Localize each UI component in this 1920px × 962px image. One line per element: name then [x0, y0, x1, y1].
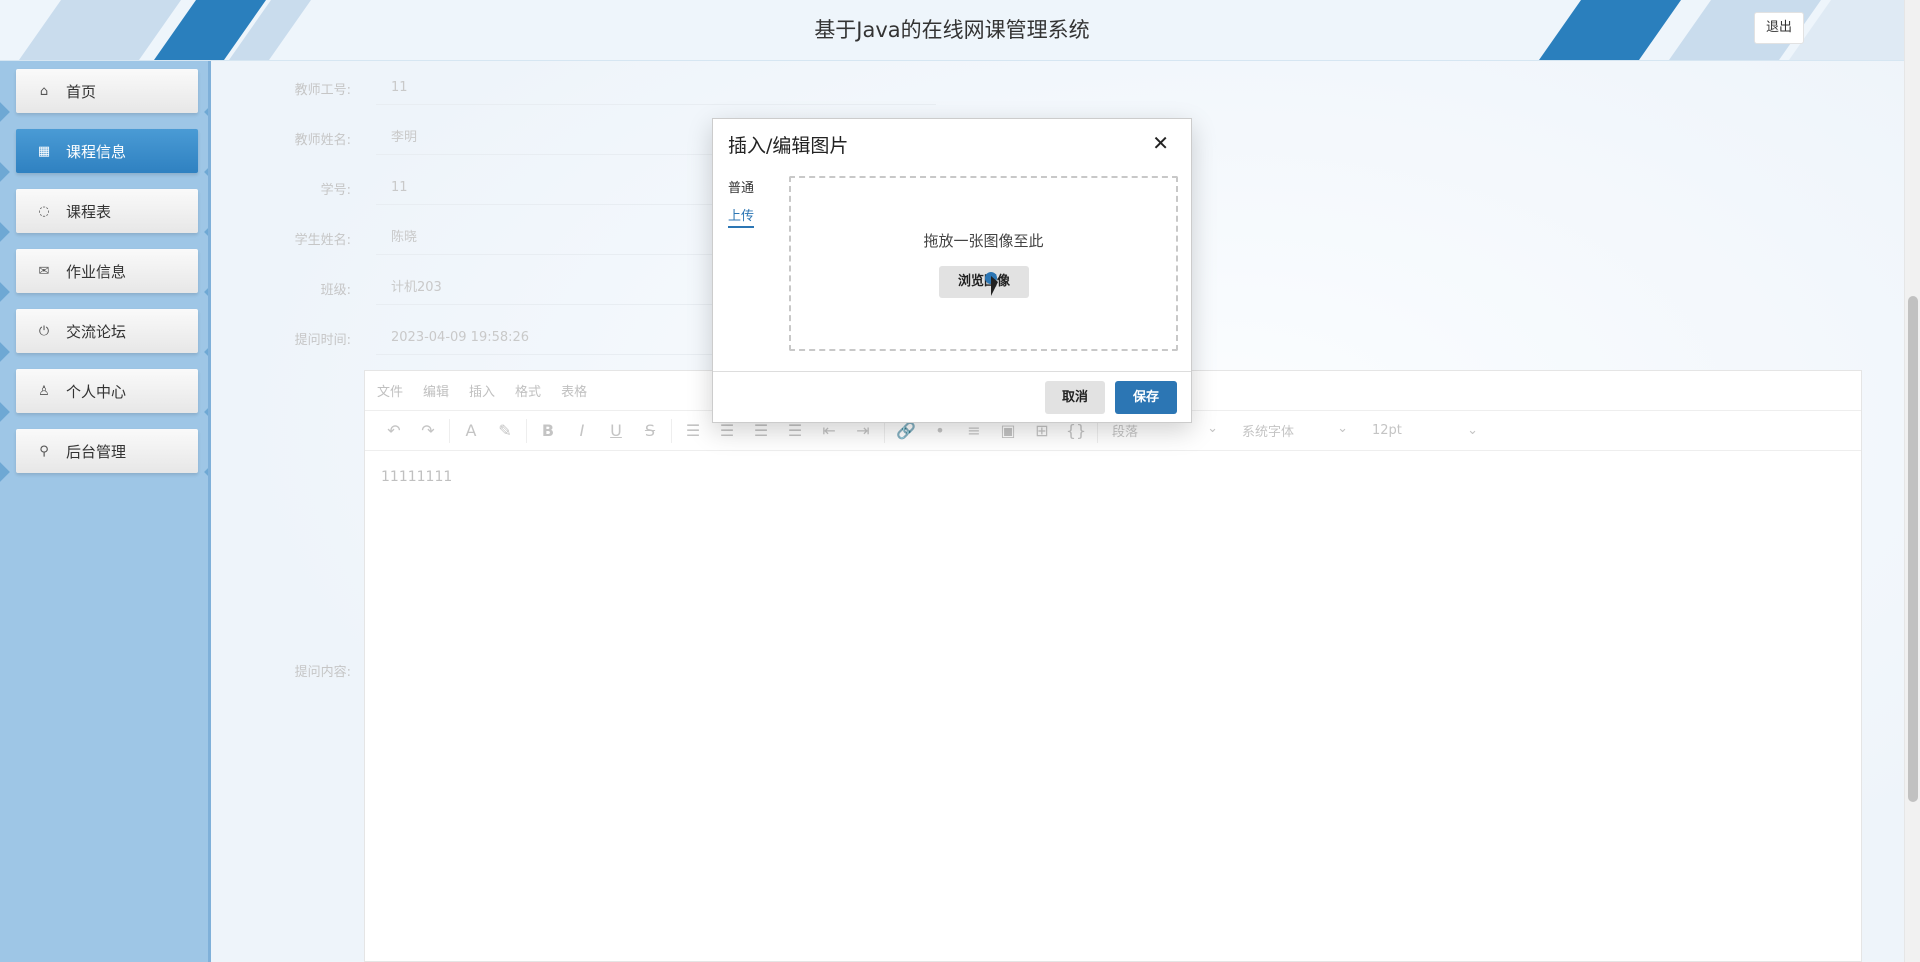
- home-icon: ⌂: [39, 83, 49, 99]
- field-label: 教师工号:: [294, 83, 351, 98]
- sidebar-item-label: 课程表: [66, 202, 112, 221]
- align-right-icon[interactable]: ☰: [744, 421, 778, 440]
- undo-icon[interactable]: ↶: [377, 421, 411, 440]
- menu-format[interactable]: 格式: [515, 381, 541, 400]
- logout-button[interactable]: 退出: [1754, 12, 1804, 44]
- image-icon[interactable]: ▣: [991, 421, 1025, 440]
- mail-icon: ✉: [38, 263, 50, 279]
- course-icon: ▦: [37, 143, 51, 159]
- chevron-down-icon: ⌄: [1207, 421, 1218, 436]
- sidebar-item-admin[interactable]: ⚲ 后台管理: [16, 429, 198, 473]
- editor-body[interactable]: 11111111: [365, 451, 1861, 503]
- tab-upload[interactable]: 上传: [728, 205, 755, 228]
- insert-image-dialog: 插入/编辑图片 ✕ 普通 上传 拖放一张图像至此 浏览图像 取消 保存: [712, 118, 1192, 423]
- teacher-id-field[interactable]: 11: [376, 71, 936, 105]
- font-select-value: 系统字体: [1242, 425, 1295, 440]
- link-icon[interactable]: 🔗: [889, 421, 923, 440]
- sidebar-item-profile[interactable]: ♙ 个人中心: [16, 369, 198, 413]
- browse-image-button[interactable]: 浏览图像: [939, 266, 1029, 298]
- menu-edit[interactable]: 编辑: [423, 381, 449, 400]
- align-left-icon[interactable]: ☰: [676, 421, 710, 440]
- numbered-list-icon[interactable]: ≡: [957, 421, 991, 440]
- toolbar-divider: [449, 418, 450, 443]
- sidebar-item-homework[interactable]: ✉ 作业信息: [16, 249, 198, 293]
- mouse-cursor-icon: [991, 276, 998, 296]
- menu-file[interactable]: 文件: [377, 381, 403, 400]
- field-label: 教师姓名:: [294, 133, 351, 148]
- sidebar-item-label: 首页: [66, 82, 97, 101]
- underline-icon[interactable]: U: [599, 421, 633, 440]
- dialog-title: 插入/编辑图片: [728, 135, 849, 157]
- align-center-icon[interactable]: ☰: [710, 421, 744, 440]
- sidebar-item-label: 后台管理: [66, 442, 127, 461]
- power-icon: ⏻: [38, 323, 50, 339]
- save-button[interactable]: 保存: [1115, 381, 1177, 414]
- menu-insert[interactable]: 插入: [469, 381, 495, 400]
- highlight-icon[interactable]: ✎: [488, 421, 522, 440]
- size-select-value: 12pt: [1372, 423, 1402, 438]
- paragraph-select-value: 段落: [1112, 425, 1139, 440]
- sidebar-item-schedule[interactable]: ◌ 课程表: [16, 189, 198, 233]
- tab-general[interactable]: 普通: [728, 177, 754, 196]
- strikethrough-icon[interactable]: S: [633, 421, 667, 440]
- font-select[interactable]: 系统字体 ⌄: [1232, 421, 1362, 440]
- text-color-icon[interactable]: A: [454, 421, 488, 440]
- paragraph-select[interactable]: 段落 ⌄: [1102, 421, 1232, 440]
- dialog-divider: [713, 371, 1191, 372]
- close-icon[interactable]: ✕: [1152, 131, 1169, 155]
- cancel-button[interactable]: 取消: [1045, 381, 1105, 414]
- chevron-down-icon: ⌄: [1467, 423, 1478, 438]
- field-label: 提问时间:: [294, 333, 351, 348]
- scrollbar-thumb[interactable]: [1908, 296, 1918, 802]
- menu-table[interactable]: 表格: [561, 381, 587, 400]
- page-scrollbar[interactable]: [1904, 0, 1920, 962]
- align-justify-icon[interactable]: ☰: [778, 421, 812, 440]
- field-label: 提问内容:: [294, 665, 351, 680]
- chevron-down-icon: ⌄: [1337, 421, 1348, 436]
- sidebar-item-label: 交流论坛: [66, 322, 127, 341]
- size-select[interactable]: 12pt ⌄: [1362, 423, 1492, 438]
- sidebar-item-course-info[interactable]: ▦ 课程信息: [16, 129, 198, 173]
- italic-icon[interactable]: I: [565, 421, 599, 440]
- field-label: 班级:: [320, 283, 351, 298]
- sidebar-item-label: 个人中心: [66, 382, 127, 401]
- toolbar-divider: [671, 418, 672, 443]
- sidebar-item-label: 作业信息: [66, 262, 127, 281]
- redo-icon[interactable]: ↷: [411, 421, 445, 440]
- sidebar-item-forum[interactable]: ⏻ 交流论坛: [16, 309, 198, 353]
- form-row-teacher-id: 教师工号: 11: [211, 63, 936, 113]
- link-icon: ⚲: [39, 443, 49, 459]
- page-title: 基于Java的在线网课管理系统: [814, 18, 1090, 42]
- user-icon: ♙: [38, 383, 50, 399]
- sidebar: ⌂ 首页 ▦ 课程信息 ◌ 课程表 ✉ 作业信息 ⏻ 交流论坛 ♙ 个人中心 ⚲…: [0, 61, 211, 962]
- toolbar-divider: [526, 418, 527, 443]
- bold-icon[interactable]: B: [531, 421, 565, 440]
- code-icon[interactable]: {}: [1059, 421, 1093, 440]
- field-label: 学生姓名:: [294, 233, 351, 248]
- top-header: 基于Java的在线网课管理系统 退出: [0, 0, 1904, 61]
- outdent-icon[interactable]: ⇤: [812, 421, 846, 440]
- image-dropzone[interactable]: 拖放一张图像至此 浏览图像: [789, 176, 1178, 351]
- sidebar-item-label: 课程信息: [66, 142, 127, 161]
- field-label: 学号:: [320, 183, 351, 198]
- bullet-list-icon[interactable]: •: [923, 421, 957, 440]
- schedule-icon: ◌: [38, 203, 50, 219]
- dropzone-hint: 拖放一张图像至此: [923, 232, 1044, 250]
- indent-icon[interactable]: ⇥: [846, 421, 880, 440]
- rich-text-editor: 文件 编辑 插入 格式 表格 ↶ ↷ A ✎ B I U S ☰ ☰ ☰ ☰ ⇤…: [364, 370, 1862, 962]
- sidebar-item-home[interactable]: ⌂ 首页: [16, 69, 198, 113]
- table-icon[interactable]: ⊞: [1025, 421, 1059, 440]
